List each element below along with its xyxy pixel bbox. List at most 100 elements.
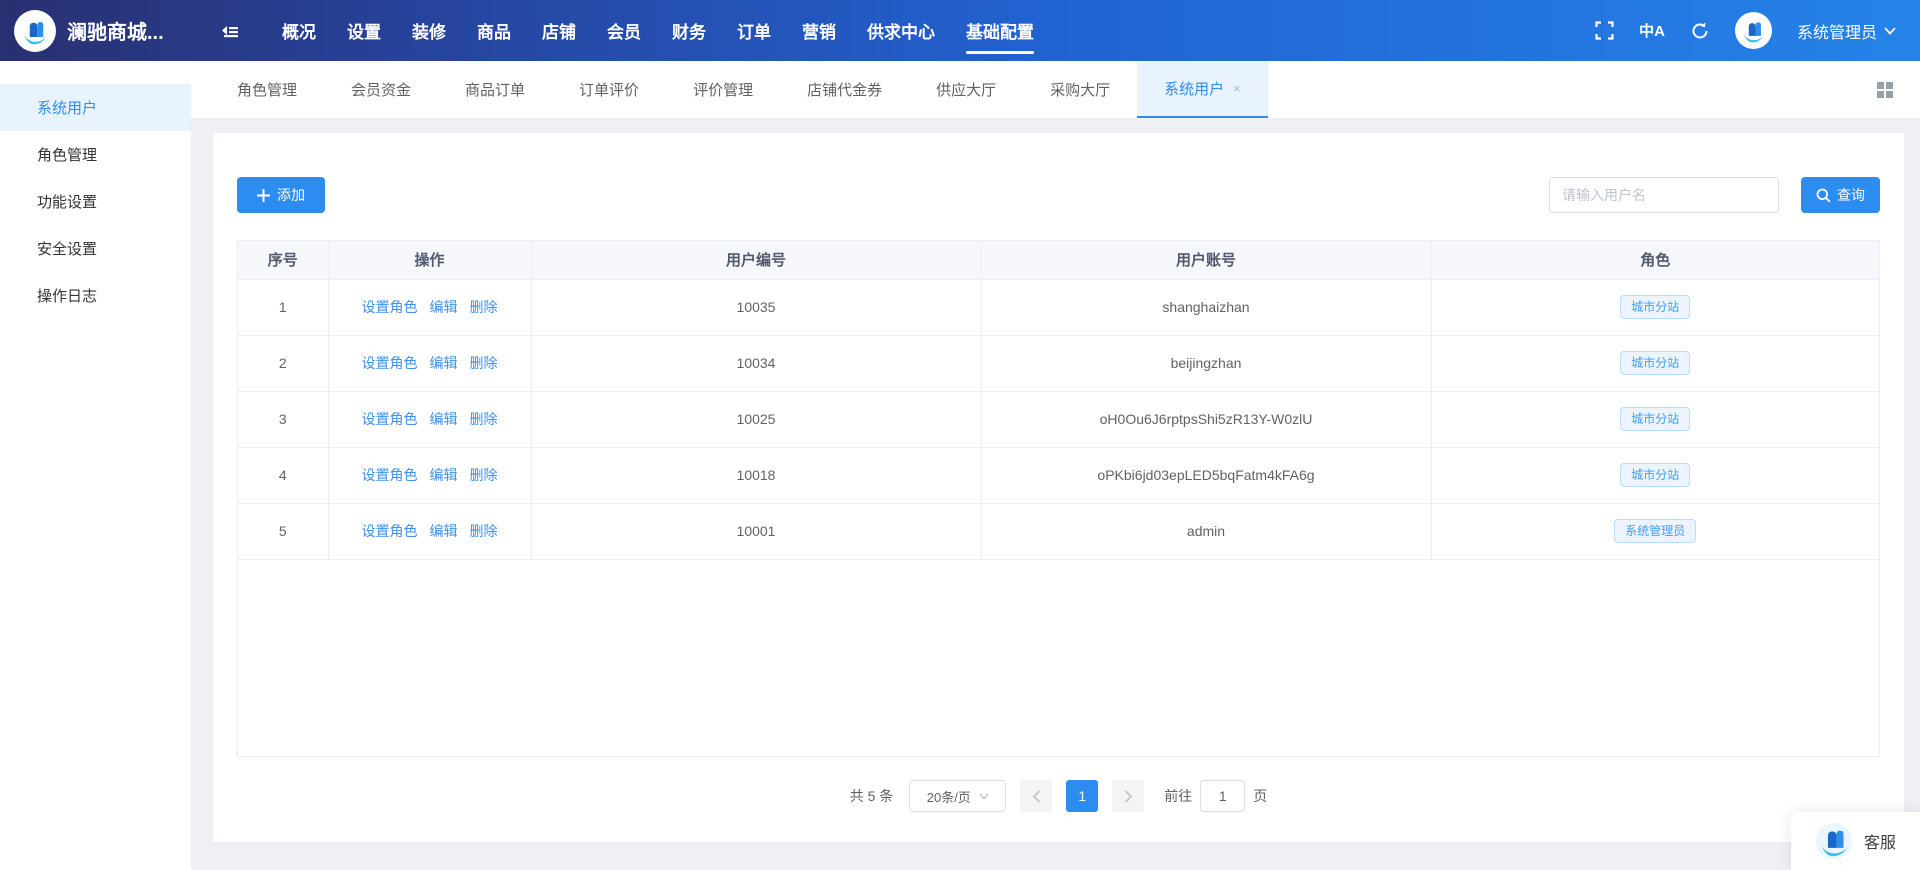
sidebar-item-system-users[interactable]: 系统用户 xyxy=(0,84,191,131)
delete-link[interactable]: 删除 xyxy=(470,523,498,539)
column-seq: 序号 xyxy=(238,241,329,280)
delete-link[interactable]: 删除 xyxy=(470,355,498,371)
tab-supply-hall[interactable]: 供应大厅 xyxy=(909,61,1023,118)
nav-item-goods[interactable]: 商品 xyxy=(477,0,511,61)
menu-fold-icon[interactable] xyxy=(220,22,240,40)
brand-logo-icon xyxy=(14,9,56,52)
tab-member-funds[interactable]: 会员资金 xyxy=(324,61,438,118)
pagination: 共 5 条 20条/页 1 前往 页 xyxy=(237,780,1880,812)
row-seq: 5 xyxy=(238,503,329,560)
next-page-button[interactable] xyxy=(1112,780,1145,812)
tab-close-icon[interactable]: × xyxy=(1233,81,1241,96)
row-actions: 设置角色 编辑 删除 xyxy=(328,391,532,448)
set-role-link[interactable]: 设置角色 xyxy=(362,467,418,483)
search-icon xyxy=(1816,188,1831,202)
row-user-id: 10025 xyxy=(531,391,982,448)
user-name-label: 系统管理员 xyxy=(1796,24,1877,42)
edit-link[interactable]: 编辑 xyxy=(430,299,458,315)
tab-goods-orders[interactable]: 商品订单 xyxy=(438,61,552,118)
row-account: admin xyxy=(981,503,1432,560)
tab-review-management[interactable]: 评价管理 xyxy=(666,61,780,118)
column-user-id: 用户编号 xyxy=(531,241,982,280)
edit-link[interactable]: 编辑 xyxy=(430,523,458,539)
edit-link[interactable]: 编辑 xyxy=(430,467,458,483)
row-actions: 设置角色 编辑 删除 xyxy=(328,447,532,504)
sidebar-item-function-settings[interactable]: 功能设置 xyxy=(0,178,191,225)
edit-link[interactable]: 编辑 xyxy=(430,355,458,371)
nav-item-marketing[interactable]: 营销 xyxy=(802,0,836,61)
search-input[interactable] xyxy=(1549,177,1779,213)
users-table: 序号 操作 用户编号 用户账号 角色 1 设置角色 编辑 删除 10035 sh… xyxy=(237,240,1880,757)
jump-page-input[interactable] xyxy=(1200,780,1246,812)
tab-order-reviews[interactable]: 订单评价 xyxy=(552,61,666,118)
nav-item-finance[interactable]: 财务 xyxy=(672,0,706,61)
add-button[interactable]: 添加 xyxy=(237,177,325,213)
page-jump: 前往 页 xyxy=(1164,780,1267,812)
sidebar-item-security-settings[interactable]: 安全设置 xyxy=(0,225,191,272)
translate-icon[interactable]: 中A xyxy=(1639,20,1665,41)
nav-item-shop[interactable]: 店铺 xyxy=(542,0,576,61)
search-button-label: 查询 xyxy=(1837,187,1865,203)
row-actions: 设置角色 编辑 删除 xyxy=(328,335,532,392)
sidebar-item-role-management[interactable]: 角色管理 xyxy=(0,131,191,178)
role-tag: 城市分站 xyxy=(1620,295,1691,319)
refresh-icon[interactable] xyxy=(1690,21,1710,41)
nav-item-order[interactable]: 订单 xyxy=(737,0,771,61)
tab-shop-vouchers[interactable]: 店铺代金券 xyxy=(780,61,909,118)
row-seq: 2 xyxy=(238,335,329,392)
row-actions: 设置角色 编辑 删除 xyxy=(328,503,532,560)
table-row: 5 设置角色 编辑 删除 10001 admin 系统管理员 xyxy=(238,503,1879,560)
content-card: 添加 查询 序号 操作 xyxy=(213,133,1904,842)
nav-item-overview[interactable]: 概况 xyxy=(282,0,316,61)
delete-link[interactable]: 删除 xyxy=(470,411,498,427)
nav-item-settings[interactable]: 设置 xyxy=(347,0,381,61)
row-account: oH0Ou6J6rptpsShi5zR13Y-W0zlU xyxy=(981,391,1432,448)
table-header-row: 序号 操作 用户编号 用户账号 角色 xyxy=(238,241,1879,280)
set-role-link[interactable]: 设置角色 xyxy=(362,355,418,371)
prev-page-button[interactable] xyxy=(1020,780,1053,812)
delete-link[interactable]: 删除 xyxy=(470,467,498,483)
total-count-label: 共 5 条 xyxy=(849,788,894,804)
nav-item-supply-demand[interactable]: 供求中心 xyxy=(867,0,935,61)
user-avatar[interactable] xyxy=(1734,12,1772,49)
column-role: 角色 xyxy=(1431,241,1879,280)
customer-service-button[interactable]: 客服 xyxy=(1791,812,1920,870)
user-menu[interactable]: 系统管理员 xyxy=(1797,19,1896,43)
add-button-label: 添加 xyxy=(277,187,305,203)
set-role-link[interactable]: 设置角色 xyxy=(362,523,418,539)
set-role-link[interactable]: 设置角色 xyxy=(362,299,418,315)
page-number-button[interactable]: 1 xyxy=(1066,780,1099,812)
row-role: 城市分站 xyxy=(1431,447,1879,504)
chevron-down-icon xyxy=(1884,26,1896,35)
column-account: 用户账号 xyxy=(981,241,1432,280)
sidebar-item-operation-log[interactable]: 操作日志 xyxy=(0,272,191,319)
delete-link[interactable]: 删除 xyxy=(470,299,498,315)
edit-link[interactable]: 编辑 xyxy=(430,411,458,427)
table-row: 2 设置角色 编辑 删除 10034 beijingzhan 城市分站 xyxy=(238,335,1879,392)
tab-role-management[interactable]: 角色管理 xyxy=(210,61,324,118)
open-tabs-bar: 角色管理 会员资金 商品订单 订单评价 评价管理 店铺代金券 供应大厅 采购大厅… xyxy=(191,61,1920,118)
nav-item-decorate[interactable]: 装修 xyxy=(412,0,446,61)
page-size-select[interactable]: 20条/页 xyxy=(909,780,1007,812)
header-actions: 中A 系统管理员 xyxy=(1595,12,1920,49)
tab-system-users[interactable]: 系统用户 × xyxy=(1137,61,1268,118)
tabs-grid-icon[interactable] xyxy=(1877,82,1893,98)
tab-purchase-hall[interactable]: 采购大厅 xyxy=(1023,61,1137,118)
fullscreen-icon[interactable] xyxy=(1595,21,1614,40)
service-label: 客服 xyxy=(1863,835,1896,852)
row-user-id: 10018 xyxy=(531,447,982,504)
service-logo-icon xyxy=(1815,822,1853,860)
row-role: 城市分站 xyxy=(1431,335,1879,392)
table-row: 4 设置角色 编辑 删除 10018 oPKbi6jd03epLED5bqFatm4… xyxy=(238,447,1879,504)
search-button[interactable]: 查询 xyxy=(1801,177,1880,213)
nav-item-member[interactable]: 会员 xyxy=(607,0,641,61)
row-seq: 3 xyxy=(238,391,329,448)
role-tag: 系统管理员 xyxy=(1614,519,1697,543)
nav-item-basic-config[interactable]: 基础配置 xyxy=(966,0,1034,61)
row-seq: 4 xyxy=(238,447,329,504)
set-role-link[interactable]: 设置角色 xyxy=(362,411,418,427)
main-area: 添加 查询 序号 操作 xyxy=(191,118,1920,870)
row-account: oPKbi6jd03epLED5bqFatm4kFA6g xyxy=(981,447,1432,504)
search-box: 查询 xyxy=(1549,177,1880,213)
row-user-id: 10034 xyxy=(531,335,982,392)
